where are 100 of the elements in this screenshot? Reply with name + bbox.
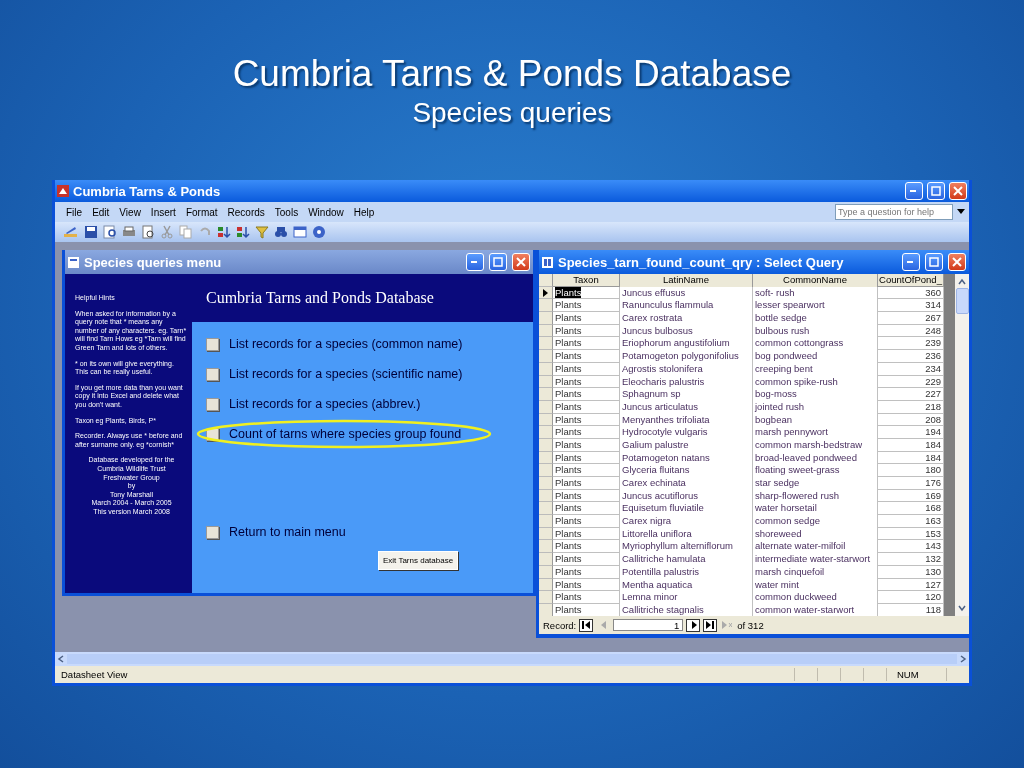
- exit-button[interactable]: Exit Tarns database: [378, 551, 459, 570]
- table-cell: 176: [925, 477, 941, 488]
- dropdown-arrow-icon[interactable]: [957, 209, 965, 215]
- last-record-button[interactable]: [703, 618, 718, 632]
- table-cell: 169: [925, 489, 941, 501]
- table-cell: bulbous rush: [755, 324, 810, 336]
- table-cell: marsh pennywort: [755, 426, 828, 438]
- table-cell: Plants: [555, 515, 582, 527]
- status-text: Datasheet View: [60, 669, 128, 680]
- table-cell: 118: [925, 603, 941, 615]
- table-cell: Plants: [555, 375, 582, 387]
- close-button[interactable]: [512, 253, 530, 271]
- close-button[interactable]: [948, 253, 966, 271]
- table-cell: Potamogeton polygonifolius: [622, 350, 739, 362]
- find-icon[interactable]: [274, 225, 288, 239]
- close-icon: [953, 186, 963, 196]
- horizontal-scrollbar[interactable]: [55, 652, 969, 666]
- database-window-icon[interactable]: [293, 225, 307, 239]
- next-record-button[interactable]: [686, 618, 701, 632]
- table-cell: Plants: [555, 464, 582, 476]
- close-button[interactable]: [949, 182, 967, 200]
- form-icon: [68, 256, 79, 268]
- table-cell: common water-starwort: [755, 603, 855, 615]
- table-cell: 248: [925, 324, 941, 336]
- search-icon[interactable]: [103, 225, 117, 239]
- sort-ascending-icon[interactable]: [217, 225, 231, 239]
- table-cell: 180: [925, 464, 941, 476]
- table-cell: common marsh-bedstraw: [755, 438, 863, 450]
- table-cell: star sedge: [755, 477, 800, 488]
- menu-item[interactable]: Edit: [87, 206, 115, 218]
- table-cell: 218: [925, 400, 941, 412]
- table-cell: 239: [925, 337, 941, 349]
- query-title: Species_tarn_found_count_qry : Select Query: [558, 254, 844, 270]
- table-cell: broad-leaved pondweed: [755, 451, 857, 463]
- vertical-scrollbar[interactable]: [955, 274, 969, 616]
- new-record-icon: [722, 621, 733, 629]
- table-cell: Plants: [555, 426, 582, 438]
- menu-item[interactable]: Help: [348, 206, 380, 218]
- table-cell: Ranunculus flammula: [622, 299, 714, 311]
- option-button[interactable]: [206, 367, 219, 381]
- help-search-field[interactable]: Type a question for help: [835, 204, 953, 220]
- menu-item[interactable]: View: [114, 206, 146, 218]
- query-icon: [542, 256, 553, 268]
- slide-subtitle: Species queries: [412, 96, 612, 130]
- table-cell: lesser spearwort: [755, 299, 825, 311]
- maximize-icon: [929, 257, 939, 267]
- save-icon[interactable]: [84, 225, 98, 239]
- table-cell: soft- rush: [755, 286, 795, 298]
- option-button[interactable]: [206, 525, 219, 539]
- cut-icon[interactable]: [160, 225, 174, 239]
- last-icon: [706, 621, 715, 629]
- record-number-field[interactable]: 1: [613, 619, 684, 631]
- table-cell: Galium palustre: [622, 438, 689, 450]
- option-label: Return to main menu: [229, 525, 346, 539]
- maximize-button[interactable]: [927, 182, 945, 200]
- print-icon[interactable]: [122, 225, 136, 239]
- menu-item[interactable]: Format: [180, 206, 223, 218]
- table-cell: Equisetum fluviatile: [622, 502, 704, 514]
- maximize-button[interactable]: [925, 253, 943, 271]
- table-cell: intermediate water-starwort: [755, 553, 871, 565]
- copy-icon[interactable]: [179, 225, 193, 239]
- table-cell: common sedge: [755, 515, 820, 527]
- minimize-button[interactable]: [466, 253, 484, 271]
- minimize-button[interactable]: [905, 182, 923, 200]
- table-cell: Plants: [555, 388, 582, 400]
- column-header[interactable]: Taxon: [553, 274, 620, 287]
- table-cell: water mint: [755, 578, 799, 590]
- table-cell: 163: [925, 515, 941, 527]
- table-cell: Callitriche hamulata: [622, 553, 706, 565]
- table-cell: Myriophyllum alterniflorum: [622, 540, 733, 552]
- record-total: of 312: [737, 619, 764, 631]
- table-cell: Hydrocotyle vulgaris: [622, 426, 708, 438]
- table-cell: 208: [925, 413, 941, 425]
- menu-item[interactable]: Records: [222, 206, 270, 218]
- print-preview-icon[interactable]: [141, 225, 155, 239]
- first-record-button[interactable]: [579, 618, 594, 632]
- table-cell: 120: [925, 591, 941, 603]
- maximize-button[interactable]: [489, 253, 507, 271]
- sort-descending-icon[interactable]: [236, 225, 250, 239]
- table-cell: Carex echinata: [622, 477, 686, 488]
- option-button[interactable]: [206, 337, 219, 351]
- help-icon[interactable]: [312, 225, 326, 239]
- table-cell: jointed rush: [755, 400, 805, 412]
- menu-item[interactable]: Insert: [145, 206, 181, 218]
- scrollbar-thumb[interactable]: [955, 288, 969, 314]
- table-cell: Plants: [555, 451, 582, 463]
- table-cell: 130: [925, 565, 941, 577]
- table-cell: common duckweed: [755, 591, 837, 603]
- minimize-icon: [471, 260, 479, 264]
- option-button[interactable]: [206, 397, 219, 411]
- filter-icon[interactable]: [255, 225, 269, 239]
- current-record-icon: [543, 288, 548, 297]
- table-cell: Plants: [555, 578, 582, 590]
- design-view-icon[interactable]: [63, 225, 79, 239]
- option-label: Count of tarns where species group found: [229, 427, 462, 441]
- table-cell: Plants: [555, 324, 582, 336]
- minimize-button[interactable]: [902, 253, 920, 271]
- menu-item[interactable]: Window: [303, 206, 349, 218]
- menu-item[interactable]: File: [61, 206, 88, 218]
- menu-item[interactable]: Tools: [269, 206, 304, 218]
